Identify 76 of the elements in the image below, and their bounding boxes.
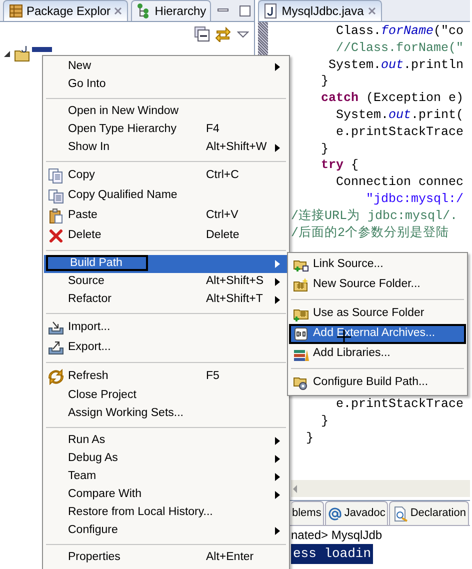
project-folder-icon	[14, 46, 30, 62]
clipboard-icon	[48, 208, 64, 224]
code-line: try {	[320, 157, 359, 174]
code-line: }	[320, 73, 329, 90]
menu-item[interactable]: Close Project	[44, 387, 288, 405]
at-sign-icon	[328, 506, 342, 522]
jar-icon	[293, 326, 309, 342]
collapse-all-icon	[194, 26, 210, 42]
export-icon	[48, 340, 64, 356]
editor-tab[interactable]: MysqlJdbc.java	[258, 0, 382, 21]
console-header: nated> MysqlJdb	[291, 527, 384, 544]
menu-item[interactable]: Source Alt+Shift+S	[44, 273, 288, 291]
folder-gear-icon	[293, 375, 309, 391]
view-tab[interactable]: Hierarchy	[131, 0, 212, 21]
override-marker	[258, 22, 268, 55]
panel-tab[interactable]: Javadoc	[325, 501, 388, 525]
menu-item[interactable]: Team	[44, 468, 288, 486]
code-comment: //Class.forName("	[335, 40, 464, 57]
menu-item[interactable]: Run As	[44, 432, 288, 450]
code-line: e.printStackTrace	[335, 396, 464, 414]
menu-item[interactable]: Delete Delete	[44, 226, 288, 246]
package-icon	[8, 3, 24, 19]
code-line: Connection connec	[335, 174, 464, 191]
import-icon	[48, 320, 64, 336]
view-tab[interactable]: Package Explor	[2, 0, 128, 21]
menu-item[interactable]: Copy Ctrl+C	[44, 166, 288, 186]
menu-item[interactable]: Use as Source Folder	[289, 304, 466, 324]
redaction-mark	[32, 46, 52, 52]
menu-item[interactable]: Paste Ctrl+V	[44, 206, 288, 226]
menu-item[interactable]: Import...	[44, 318, 288, 338]
code-line: }	[320, 413, 329, 430]
menu-item[interactable]: Refresh F5	[44, 367, 288, 387]
menu-item[interactable]: Properties Alt+Enter	[44, 549, 288, 567]
menu-item[interactable]: Show In Alt+Shift+W	[44, 139, 288, 157]
panel-tab[interactable]: Declaration	[389, 501, 469, 525]
menu-item[interactable]: Copy Qualified Name	[44, 186, 288, 206]
menu-item[interactable]: Debug As	[44, 450, 288, 468]
menu-item[interactable]: Configure	[44, 522, 288, 540]
code-line: "jdbc:mysql:/	[365, 190, 464, 208]
code-comment: /连接URL为 jdbc:mysql/.	[291, 208, 458, 225]
menu-item[interactable]: Configure Build Path...	[289, 373, 466, 393]
menu-item[interactable]: Export...	[44, 338, 288, 358]
copy-icon	[48, 188, 64, 204]
menu-item[interactable]: Compare With	[44, 486, 288, 504]
code-line: e.printStackTrace	[335, 124, 464, 141]
panel-tab[interactable]: blems	[291, 501, 324, 525]
code-line: }	[305, 430, 314, 447]
folder-icon	[293, 277, 309, 293]
menu-item[interactable]: Add Libraries...	[289, 344, 466, 364]
code-comment: /后面的2个参数分别是登陆	[291, 224, 450, 242]
code-line: }	[320, 140, 329, 158]
menu-item[interactable]: Assign Working Sets...	[44, 405, 288, 423]
refresh-icon	[48, 369, 64, 385]
close-icon	[113, 6, 124, 16]
code-line: catch (Exception e)	[320, 90, 464, 107]
menu-item[interactable]: Refactor Alt+Shift+T	[44, 291, 288, 309]
code-line: System.out.print(	[335, 106, 464, 124]
menu-item[interactable]: New Source Folder...	[289, 275, 466, 295]
menu-item[interactable]: Link Source...	[289, 255, 466, 275]
menu-item[interactable]: Open Type Hierarchy F4	[44, 121, 288, 139]
menu-item[interactable]: Open in New Window	[44, 103, 288, 121]
code-line: System.out.println	[328, 56, 464, 74]
code-line: Class.forName("co	[335, 23, 464, 40]
java-file-icon	[263, 3, 279, 19]
expand-arrow-icon	[2, 50, 11, 58]
menu-item[interactable]: Restore from Local History...	[44, 504, 288, 522]
delete-icon	[48, 228, 64, 244]
sync-arrows-icon	[215, 26, 231, 42]
menu-item[interactable]: Build Path	[44, 255, 288, 273]
menu-item[interactable]: Go Into	[44, 76, 288, 94]
document-icon	[392, 506, 408, 522]
view-menu-icon	[236, 30, 248, 38]
maximize-icon	[239, 5, 252, 17]
menu-item[interactable]: New	[44, 58, 288, 76]
close-icon	[366, 6, 377, 16]
copy-icon	[48, 168, 64, 184]
